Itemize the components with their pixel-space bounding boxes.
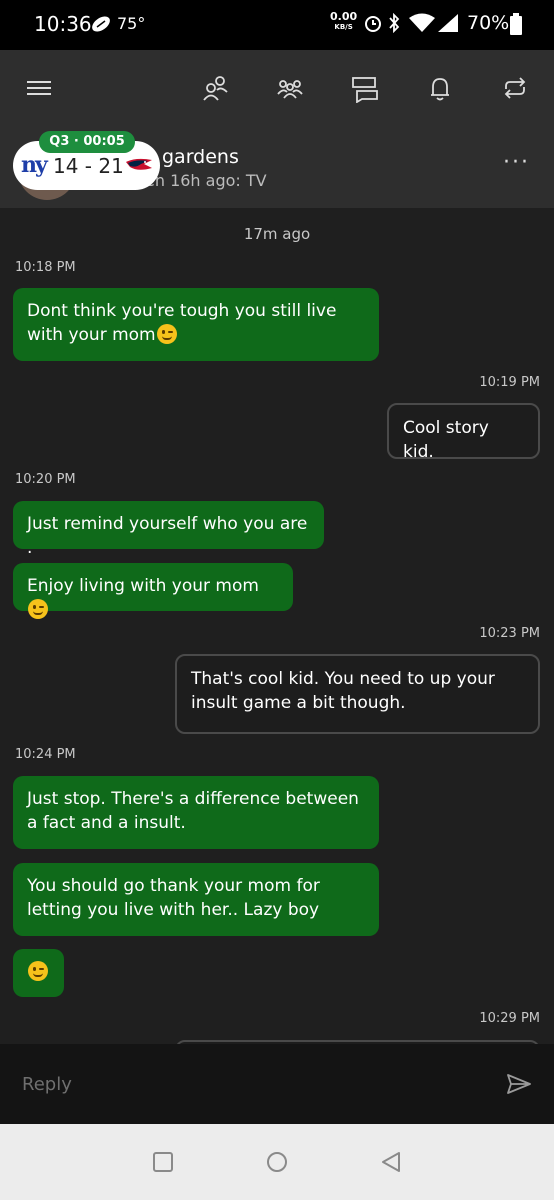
reply-bar	[0, 1044, 554, 1124]
game-clock: Q3 · 00:05	[39, 131, 135, 153]
cell-signal-icon	[438, 14, 458, 32]
bluetooth-icon	[389, 13, 400, 33]
message-timestamp: 10:24 PM	[15, 747, 76, 762]
recents-icon[interactable]	[151, 1150, 175, 1174]
incoming-message[interactable]: Just stop. There's a difference between …	[13, 776, 379, 849]
game-score: 14 - 21	[53, 154, 124, 178]
net-speed: 0.00 KB/S	[330, 10, 358, 31]
refresh-button[interactable]	[500, 73, 530, 103]
wink-emoji-icon	[156, 324, 177, 344]
messages-button[interactable]	[350, 73, 380, 104]
friends-icon	[203, 76, 228, 101]
message-timestamp: 10:19 PM	[479, 375, 540, 390]
temperature: 75°	[117, 14, 146, 33]
party-button[interactable]	[275, 73, 305, 103]
chat-thread[interactable]: 17m ago 10:18 PM Dont think you're tough…	[0, 208, 554, 1044]
patriots-logo-icon	[126, 158, 152, 170]
outgoing-message[interactable]: That's cool kid. You need to up your ins…	[175, 654, 540, 734]
reply-input[interactable]	[22, 1074, 472, 1095]
home-icon[interactable]	[265, 1150, 289, 1174]
alarm-icon	[365, 16, 381, 32]
bell-icon	[431, 78, 449, 101]
wink-emoji-icon	[28, 599, 48, 619]
battery-icon	[510, 13, 522, 35]
message-timestamp: 10:18 PM	[15, 260, 76, 275]
more-options-button[interactable]: ···	[503, 150, 530, 175]
party-icon	[277, 80, 303, 99]
back-icon[interactable]	[379, 1150, 403, 1174]
giants-logo: ny	[21, 152, 48, 178]
friends-button[interactable]	[200, 73, 230, 103]
outgoing-message[interactable]: Cool story kid.	[387, 403, 540, 462]
message-timestamp: 10:23 PM	[479, 626, 540, 641]
menu-icon	[27, 81, 51, 95]
status-bar: 10:36 75° 0.00 KB/S 70%	[0, 0, 554, 50]
incoming-message[interactable]	[13, 949, 64, 997]
notifications-button[interactable]	[425, 73, 455, 103]
system-nav-bar	[0, 1124, 554, 1200]
send-icon[interactable]	[506, 1072, 532, 1096]
wink-emoji-icon	[28, 961, 48, 981]
incoming-message[interactable]: Dont think you're tough you still live w…	[13, 288, 379, 361]
incoming-message[interactable]: You should go thank your mom for letting…	[13, 863, 379, 936]
incoming-message[interactable]: Just remind yourself who you are .	[13, 501, 324, 558]
session-timestamp: 17m ago	[243, 225, 311, 243]
menu-button[interactable]	[24, 73, 54, 103]
wifi-icon	[409, 13, 435, 32]
messages-icon	[352, 77, 378, 104]
battery-level: 70%	[467, 12, 510, 34]
contact-status: en 16h ago: TV	[145, 171, 267, 190]
clock: 10:36	[34, 12, 92, 36]
incoming-message[interactable]: Enjoy living with your mom	[13, 563, 293, 619]
contact-name[interactable]: gardens	[162, 146, 239, 168]
message-timestamp: 10:20 PM	[15, 472, 76, 487]
football-icon	[92, 16, 110, 32]
message-timestamp: 10:29 PM	[479, 1011, 540, 1026]
refresh-icon	[504, 77, 526, 99]
